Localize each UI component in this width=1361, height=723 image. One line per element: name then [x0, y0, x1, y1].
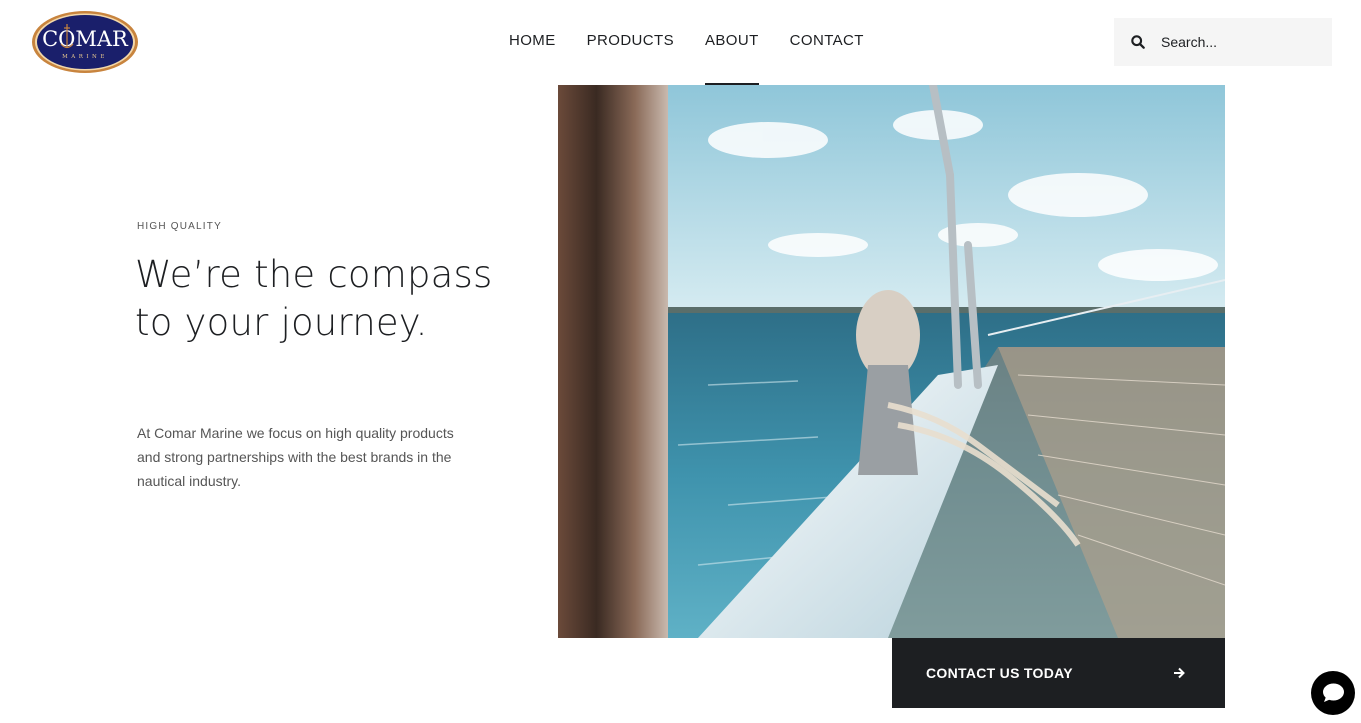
hero-description: At Comar Marine we focus on high quality… [137, 425, 454, 489]
search-box[interactable] [1114, 18, 1332, 66]
hero-headline: We’re the compass to your journey. [135, 253, 493, 344]
main-nav: HOME PRODUCTS ABOUT CONTACT [509, 0, 864, 86]
search-icon[interactable] [1131, 35, 1145, 49]
nav-products[interactable]: PRODUCTS [587, 0, 674, 86]
chat-widget-button[interactable] [1311, 671, 1355, 715]
nav-contact[interactable]: CONTACT [790, 0, 864, 86]
contact-us-label: CONTACT US TODAY [926, 665, 1073, 681]
nav-home[interactable]: HOME [509, 0, 556, 86]
arrow-right-icon [1174, 667, 1185, 679]
contact-us-button[interactable]: CONTACT US TODAY [892, 638, 1225, 708]
chat-bubble-icon [1323, 683, 1344, 702]
nav-products-label: PRODUCTS [586, 32, 674, 49]
nav-contact-label: CONTACT [789, 32, 864, 49]
sailboat-photo [558, 85, 1225, 638]
search-input[interactable] [1161, 34, 1321, 50]
sailboat-photo-illustration [558, 85, 1225, 638]
svg-text:COMAR: COMAR [42, 27, 129, 51]
nav-about-label: ABOUT [704, 32, 759, 49]
logo-emblem: COMAR MARINE [32, 11, 138, 73]
svg-text:MARINE: MARINE [62, 54, 108, 60]
nav-home-label: HOME [509, 32, 556, 49]
section-eyebrow: HIGH QUALITY [137, 221, 222, 232]
comar-marine-logo[interactable]: COMAR MARINE [31, 10, 139, 74]
nav-about[interactable]: ABOUT [704, 0, 759, 86]
